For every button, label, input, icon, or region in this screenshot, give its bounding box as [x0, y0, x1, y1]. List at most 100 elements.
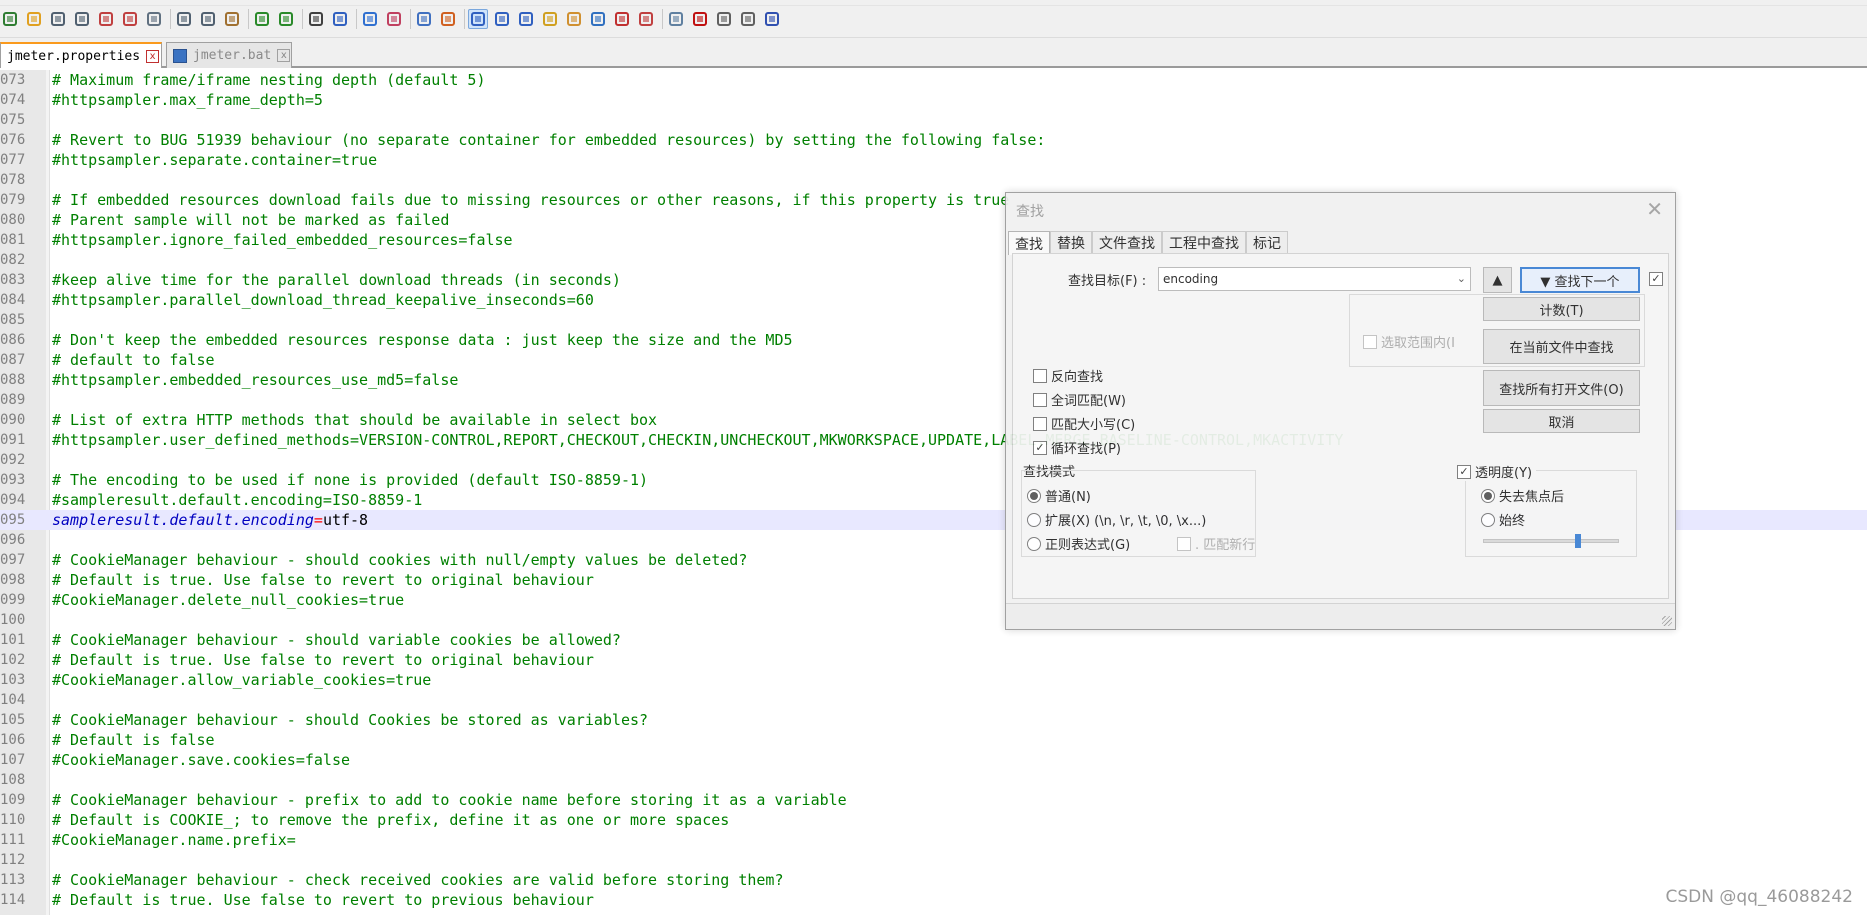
tab-mark[interactable]: 标记 [1246, 231, 1288, 253]
code-text: # Maximum frame/iframe nesting depth (de… [52, 71, 486, 89]
language-icon[interactable] [540, 9, 560, 29]
line-number: 109 [0, 792, 26, 808]
line-number: 094 [0, 492, 26, 508]
code-line[interactable]: 077 #httpsampler.separate.container=true [0, 150, 1867, 170]
code-line[interactable]: 104 [0, 690, 1867, 710]
code-line[interactable]: 114 # Default is true. Use false to rever… [0, 890, 1867, 910]
code-text: #CookieManager.allow_variable_cookies=tr… [52, 671, 432, 689]
zoom-out-icon[interactable] [384, 9, 404, 29]
indent-guide-icon[interactable] [516, 9, 536, 29]
tab-jmeter-bat[interactable]: jmeter.bat x [166, 42, 292, 68]
zoom-in-icon[interactable] [360, 9, 380, 29]
mode-normal-radio[interactable]: 普通(N) [1027, 486, 1091, 505]
print-icon[interactable] [144, 9, 164, 29]
cancel-button[interactable]: 取消 [1483, 409, 1640, 433]
resize-grip-icon[interactable] [1662, 616, 1672, 626]
close-icon[interactable]: x [146, 49, 160, 63]
open-folder-icon[interactable] [24, 9, 44, 29]
sync-vertical-icon[interactable] [414, 9, 434, 29]
code-line[interactable]: 102 # Default is true. Use false to rever… [0, 650, 1867, 670]
regex-newline-checkbox[interactable]: . 匹配新行 [1177, 534, 1255, 553]
code-line[interactable]: 106 # Default is false [0, 730, 1867, 750]
trans-lose-focus-radio[interactable]: 失去焦点后 [1481, 486, 1564, 505]
function-list-icon[interactable] [588, 9, 608, 29]
close-icon[interactable]: ✕ [1646, 197, 1663, 221]
show-all-chars-icon[interactable] [492, 9, 512, 29]
redo-icon[interactable] [276, 9, 296, 29]
tab-find[interactable]: 查找 [1008, 231, 1050, 255]
line-number: 105 [0, 712, 26, 728]
code-line[interactable]: 111 #CookieManager.name.prefix= [0, 830, 1867, 850]
sync-horizontal-icon[interactable] [438, 9, 458, 29]
undo-icon[interactable] [252, 9, 272, 29]
line-number: 089 [0, 392, 26, 408]
find-in-current-button[interactable]: 在当前文件中查找 [1483, 329, 1640, 364]
line-number: 090 [0, 412, 26, 428]
find-next-button[interactable]: ▼ 查找下一个 [1520, 267, 1640, 293]
code-line[interactable]: 108 [0, 770, 1867, 790]
trans-always-radio[interactable]: 始终 [1481, 510, 1525, 529]
code-line[interactable]: 074 #httpsampler.max_frame_depth=5 [0, 90, 1867, 110]
new-file-icon[interactable] [0, 9, 20, 29]
find-icon[interactable] [306, 9, 326, 29]
code-line[interactable]: 075 [0, 110, 1867, 130]
match-case-checkbox[interactable]: 匹配大小写(C) [1033, 414, 1135, 433]
mode-regex-radio[interactable]: 正则表达式(G) [1027, 534, 1130, 553]
tab-replace[interactable]: 替换 [1050, 231, 1092, 253]
stop-macro-icon[interactable] [690, 9, 710, 29]
copy-icon[interactable] [198, 9, 218, 29]
slider-thumb[interactable] [1575, 534, 1582, 548]
tab-find-in-files[interactable]: 文件查找 [1092, 231, 1162, 253]
save-icon[interactable] [48, 9, 68, 29]
code-line[interactable]: 103 #CookieManager.allow_variable_cookies… [0, 670, 1867, 690]
close-all-icon[interactable] [120, 9, 140, 29]
monitor-icon[interactable] [636, 9, 656, 29]
code-line[interactable]: 076 # Revert to BUG 51939 behaviour (no s… [0, 130, 1867, 150]
transparency-checkbox[interactable]: ✓ 透明度(Y) [1457, 462, 1537, 481]
replace-icon[interactable] [330, 9, 350, 29]
line-number: 107 [0, 752, 26, 768]
play-macro-icon[interactable] [714, 9, 734, 29]
checkbox-checked-icon[interactable]: ✓ [1649, 272, 1663, 286]
code-line[interactable]: 105 # CookieManager behaviour - should Co… [0, 710, 1867, 730]
close-icon[interactable]: x [277, 49, 291, 62]
code-line[interactable]: 110 # Default is COOKIE_; to remove the p… [0, 810, 1867, 830]
word-wrap-icon[interactable] [468, 9, 488, 29]
mode-extended-radio[interactable]: 扩展(X) (\n, \r, \t, \0, \x...) [1027, 510, 1206, 529]
save-macro-icon[interactable] [762, 9, 782, 29]
code-line[interactable]: 101 # CookieManager behaviour - should va… [0, 630, 1867, 650]
in-selection-checkbox[interactable]: 选取范围内(I [1363, 332, 1455, 351]
tab-jmeter-properties[interactable]: jmeter.properties x [0, 42, 162, 68]
whole-word-checkbox[interactable]: 全词匹配(W) [1033, 390, 1126, 409]
line-number: 114 [0, 892, 26, 908]
run-macro-icon[interactable] [738, 9, 758, 29]
wrap-around-checkbox[interactable]: ✓ 循环查找(P) [1033, 438, 1121, 457]
code-line[interactable]: 073 # Maximum frame/iframe nesting depth … [0, 70, 1867, 90]
search-label: 查找目标(F) : [1068, 274, 1147, 289]
backward-checkbox[interactable]: 反向查找 [1033, 366, 1103, 385]
transparency-slider[interactable] [1483, 539, 1619, 543]
save-all-icon[interactable] [72, 9, 92, 29]
code-line[interactable]: 107 #CookieManager.save.cookies=false [0, 750, 1867, 770]
doc-map-icon[interactable] [564, 9, 584, 29]
paste-icon[interactable] [222, 9, 242, 29]
code-line[interactable]: 109 # CookieManager behaviour - prefix to… [0, 790, 1867, 810]
record-macro-icon[interactable] [666, 9, 686, 29]
watermark: CSDN @qq_46088242 [1665, 887, 1853, 907]
find-next-toggle[interactable]: ✓ [1649, 272, 1667, 286]
search-input[interactable]: encoding ⌄ [1158, 267, 1471, 291]
code-line[interactable]: 113 # CookieManager behaviour - check rec… [0, 870, 1867, 890]
count-button[interactable]: 计数(T) [1483, 297, 1640, 321]
close-icon[interactable] [96, 9, 116, 29]
cut-icon[interactable] [174, 9, 194, 29]
line-number: 103 [0, 672, 26, 688]
find-all-open-button[interactable]: 查找所有打开文件(O) [1483, 370, 1640, 406]
code-line[interactable]: 112 [0, 850, 1867, 870]
code-text: # Parent sample will not be marked as fa… [52, 211, 450, 229]
tab-label: jmeter.bat [193, 48, 272, 63]
find-previous-button[interactable]: ▲ [1483, 267, 1512, 293]
chevron-down-icon[interactable]: ⌄ [1457, 268, 1466, 290]
folder-workspace-icon[interactable] [612, 9, 632, 29]
code-line[interactable]: 078 [0, 170, 1867, 190]
tab-find-in-project[interactable]: 工程中查找 [1162, 231, 1246, 253]
